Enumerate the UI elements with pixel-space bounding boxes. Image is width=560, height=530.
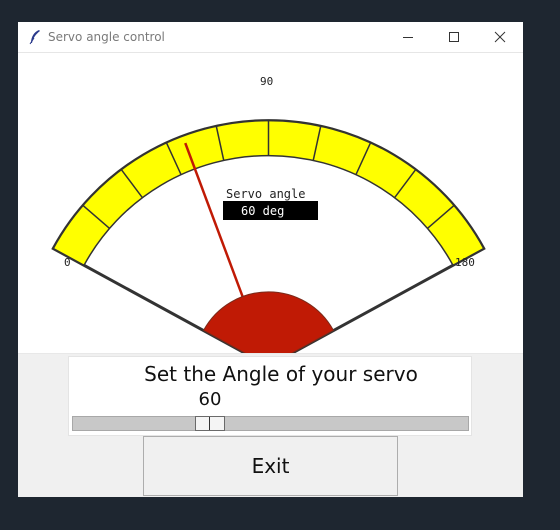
exit-button[interactable]: Exit (143, 436, 398, 496)
readout-value: 60 deg (241, 204, 284, 218)
close-button[interactable] (477, 22, 523, 52)
slider-value: 60 (198, 389, 222, 410)
angle-slider[interactable] (72, 416, 469, 431)
prompt-label: Set the Angle of your servo (144, 362, 418, 386)
tick-label-90: 90 (260, 75, 273, 88)
servo-gauge: 0 90 180 Servo angle 60 deg (51, 75, 486, 353)
minimize-button[interactable] (385, 22, 431, 52)
maximize-button[interactable] (431, 22, 477, 52)
tick-label-180: 180 (455, 256, 475, 269)
control-panel: Set the Angle of your servo 60 (68, 356, 472, 436)
slider-thumb-grip (208, 417, 210, 430)
feather-icon (29, 30, 40, 45)
close-icon (494, 31, 506, 43)
maximize-icon (449, 32, 459, 42)
readout-label: Servo angle (226, 187, 305, 201)
app-window: Servo angle control 0 90 180 Servo angle… (18, 22, 523, 497)
window-title: Servo angle control (48, 30, 165, 44)
gauge-canvas: 0 90 180 Servo angle 60 deg (18, 53, 523, 354)
slider-thumb[interactable] (194, 416, 225, 431)
title-bar: Servo angle control (18, 22, 523, 53)
minimize-icon (403, 37, 413, 38)
tick-label-0: 0 (64, 256, 71, 269)
